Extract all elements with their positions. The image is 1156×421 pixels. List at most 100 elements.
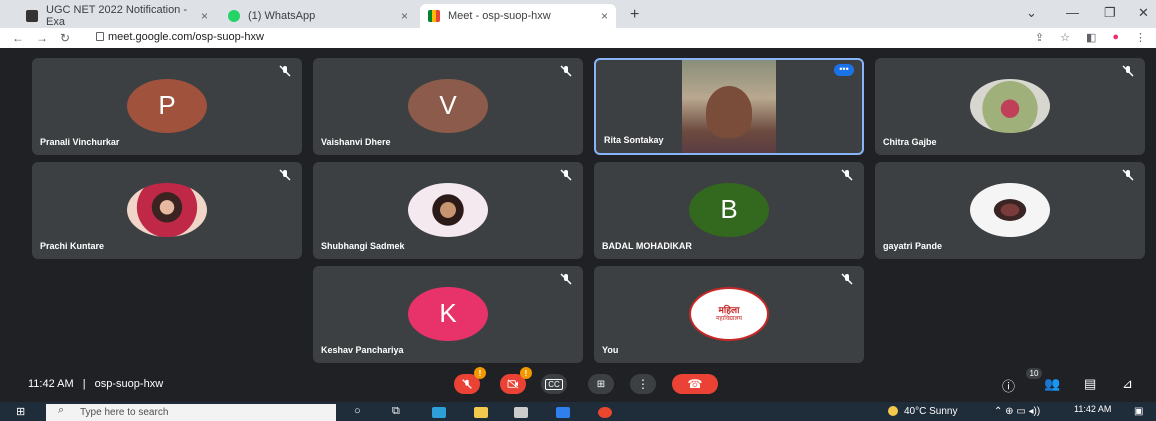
mic-off-icon: [560, 169, 572, 181]
leave-call-button[interactable]: ☎: [672, 374, 718, 394]
menu-dots-icon[interactable]: ⋮: [1135, 31, 1146, 44]
tab-ugc-net[interactable]: UGC NET 2022 Notification - Exa ×: [18, 4, 216, 28]
person-face: [706, 86, 752, 138]
store-icon[interactable]: [514, 407, 528, 418]
profile-photo: [408, 182, 488, 237]
tab-strip: UGC NET 2022 Notification - Exa × (1) Wh…: [0, 0, 1156, 28]
meeting-grid: P Pranali Vinchurkar V Vaishanvi Dhere •…: [0, 48, 1156, 402]
cortana-icon[interactable]: ○: [354, 405, 361, 417]
forward-icon[interactable]: →: [36, 31, 48, 45]
close-tab-icon[interactable]: ×: [201, 9, 208, 23]
mic-warning-badge: !: [474, 367, 486, 379]
participant-tile[interactable]: Chitra Gajbe: [875, 58, 1145, 155]
activities-icon[interactable]: ⊿: [1122, 376, 1133, 392]
participant-name: Shubhangi Sadmek: [321, 241, 405, 251]
close-tab-icon[interactable]: ×: [401, 9, 408, 23]
task-view-icon[interactable]: ⧉: [392, 405, 400, 418]
close-tab-icon[interactable]: ×: [601, 9, 608, 23]
camera-warning-badge: !: [520, 367, 532, 379]
avatar: P: [127, 78, 207, 133]
avatar: K: [408, 286, 488, 341]
meeting-info: 11:42 AM | osp-suop-hxw: [28, 378, 164, 390]
mail-icon[interactable]: [556, 407, 570, 418]
participant-name: Pranali Vinchurkar: [40, 137, 120, 147]
mic-off-icon: [279, 65, 291, 77]
notifications-icon[interactable]: ▣: [1134, 406, 1143, 417]
more-vert-icon: ⋮: [637, 377, 649, 391]
participant-name: Chitra Gajbe: [883, 137, 937, 147]
edge-icon[interactable]: [432, 407, 446, 418]
participant-tile[interactable]: V Vaishanvi Dhere: [313, 58, 583, 155]
present-button[interactable]: ⊞: [588, 374, 614, 394]
mic-off-icon: [841, 273, 853, 285]
captions-button[interactable]: CC: [541, 374, 567, 394]
camera-off-icon: [507, 379, 519, 389]
college-logo: महिला महाविद्यालय: [689, 286, 769, 341]
meeting-details-icon[interactable]: ⓘ: [1002, 376, 1015, 395]
address-bar-row: ← → ↻ meet.google.com/osp-suop-hxw ⇪ ☆ ◧…: [0, 28, 1156, 48]
profile-photo: [970, 78, 1050, 133]
lock-icon: [96, 32, 104, 41]
participant-tile-speaking[interactable]: ••• Rita Sontakay: [594, 58, 864, 155]
video-feed: [682, 60, 776, 153]
participant-tile[interactable]: Shubhangi Sadmek: [313, 162, 583, 259]
tab-whatsapp[interactable]: (1) WhatsApp ×: [220, 4, 416, 28]
present-screen-icon: ⊞: [596, 378, 606, 390]
reload-icon[interactable]: ↻: [60, 31, 70, 45]
browser-toolbar-icons: ⇪ ☆ ◧ ● ⋮: [1035, 31, 1146, 44]
mic-off-icon: [1122, 169, 1134, 181]
participant-name: BADAL MOHADIKAR: [602, 241, 692, 251]
participant-name: Rita Sontakay: [604, 135, 664, 145]
tab-meet[interactable]: Meet - osp-suop-hxw ×: [420, 4, 616, 28]
windows-taskbar: ⊞ Type here to search ⌕ ○ ⧉ 40°C Sunny ⌃…: [0, 402, 1156, 421]
participant-tile[interactable]: P Pranali Vinchurkar: [32, 58, 302, 155]
mic-off-icon: [279, 169, 291, 181]
avatar: V: [408, 78, 488, 133]
camera-toggle-button[interactable]: !: [500, 367, 532, 394]
participant-tile[interactable]: gayatri Pande: [875, 162, 1145, 259]
url-field[interactable]: meet.google.com/osp-suop-hxw: [108, 31, 264, 43]
participant-tile[interactable]: Prachi Kuntare: [32, 162, 302, 259]
participant-count-badge: 10: [1026, 368, 1042, 379]
sidebar-icon[interactable]: ◧: [1086, 31, 1096, 44]
chrome-icon[interactable]: [598, 407, 612, 418]
mic-toggle-button[interactable]: !: [454, 367, 486, 394]
people-icon[interactable]: 👥: [1044, 376, 1060, 392]
chat-icon[interactable]: ▤: [1084, 376, 1096, 392]
avatar: B: [689, 182, 769, 237]
bookmark-star-icon[interactable]: ☆: [1060, 31, 1070, 44]
profile-photo: [127, 182, 207, 237]
browser-chrome: UGC NET 2022 Notification - Exa × (1) Wh…: [0, 0, 1156, 48]
minimize-button[interactable]: —: [1066, 5, 1079, 20]
share-icon[interactable]: ⇪: [1035, 31, 1044, 44]
mic-off-icon: [841, 169, 853, 181]
taskbar-search-input[interactable]: Type here to search: [46, 404, 336, 421]
more-options-button[interactable]: ⋮: [630, 374, 656, 394]
participant-name: You: [602, 345, 619, 355]
more-options-icon[interactable]: •••: [834, 64, 854, 76]
close-window-button[interactable]: ✕: [1138, 5, 1149, 21]
search-icon: ⌕: [58, 404, 65, 416]
whatsapp-icon: [228, 10, 240, 22]
meet-icon: [428, 10, 440, 22]
participant-tile-self[interactable]: महिला महाविद्यालय You: [594, 266, 864, 363]
participant-name: Vaishanvi Dhere: [321, 137, 391, 147]
file-explorer-icon[interactable]: [474, 407, 488, 418]
mic-off-icon: [462, 379, 472, 389]
taskbar-clock[interactable]: 11:42 AM: [1074, 404, 1111, 414]
participant-tile[interactable]: K Keshav Panchariya: [313, 266, 583, 363]
extension-icon[interactable]: ●: [1112, 31, 1119, 44]
mic-off-icon: [560, 273, 572, 285]
participant-name: Prachi Kuntare: [40, 241, 105, 251]
weather-text[interactable]: 40°C Sunny: [904, 406, 957, 417]
back-icon[interactable]: ←: [12, 31, 24, 45]
tab-search-icon[interactable]: ⌄: [1026, 5, 1037, 21]
windows-start-icon[interactable]: ⊞: [16, 405, 25, 418]
captions-icon: CC: [545, 378, 563, 390]
new-tab-button[interactable]: +: [630, 6, 639, 24]
profile-photo: [970, 182, 1050, 237]
tray-icons[interactable]: ⌃ ⊕ ▭ ◂)): [994, 406, 1040, 417]
participant-tile[interactable]: B BADAL MOHADIKAR: [594, 162, 864, 259]
restore-button[interactable]: ❐: [1104, 5, 1116, 21]
meeting-time: 11:42 AM: [28, 378, 74, 390]
